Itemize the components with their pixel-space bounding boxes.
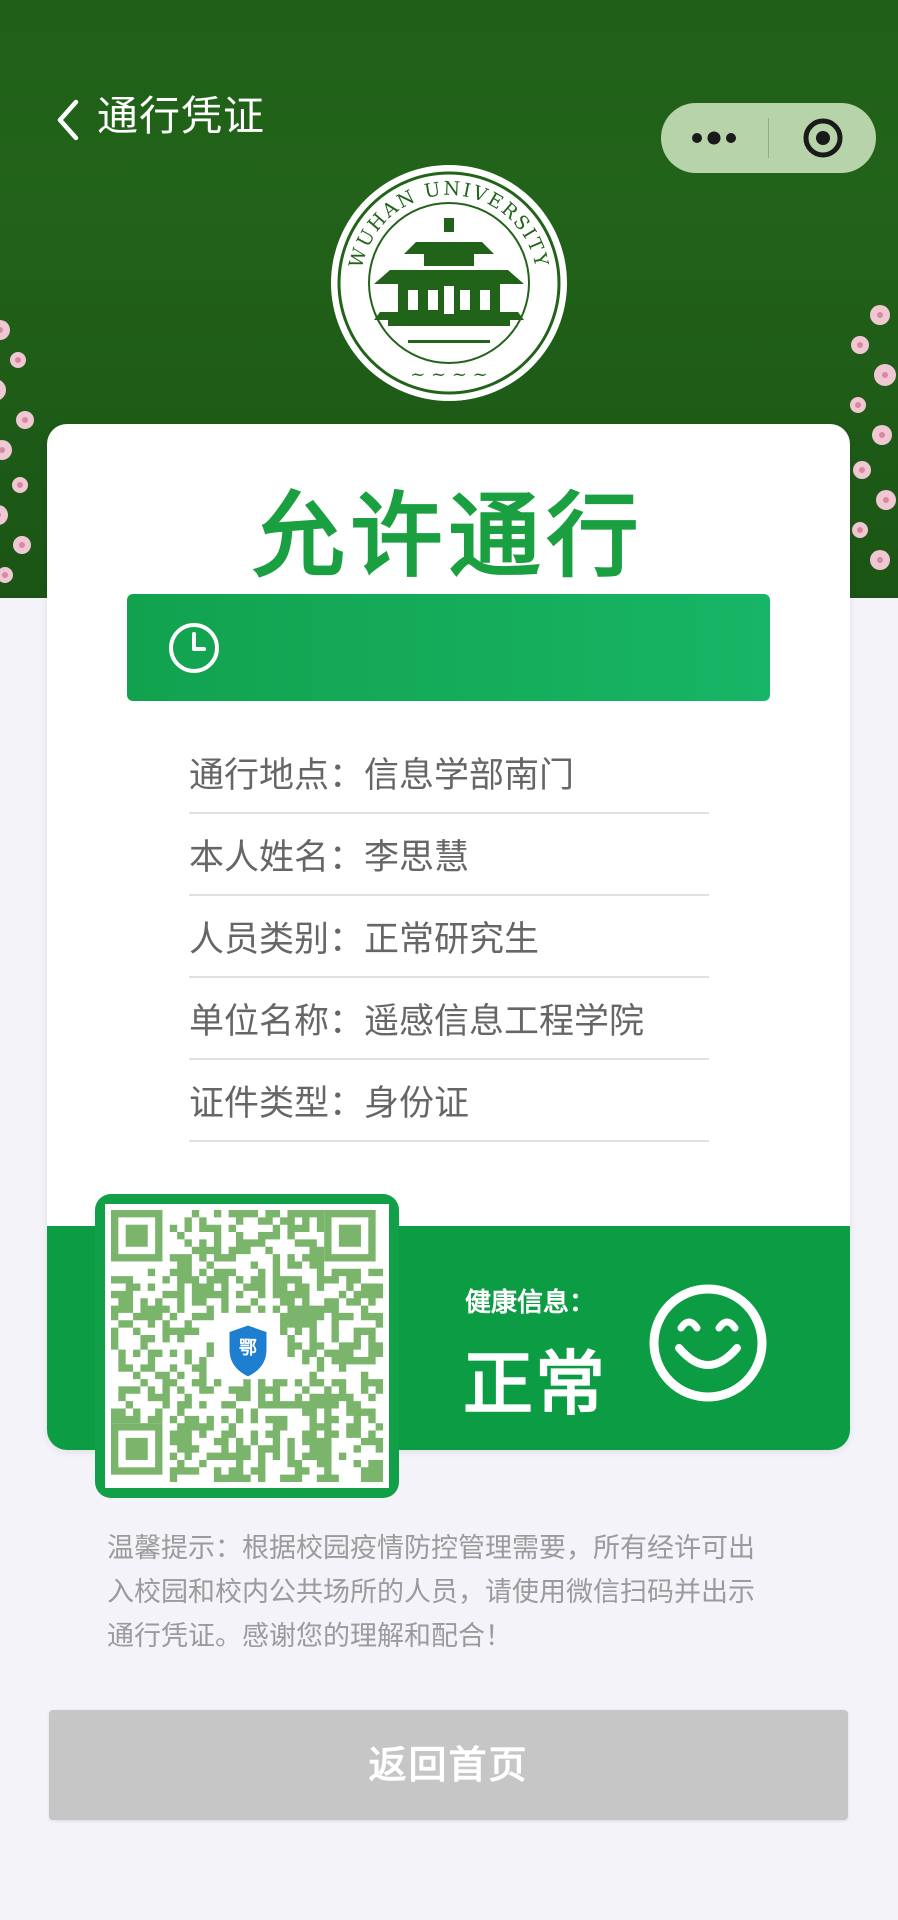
- svg-text:~ ~ ~ ~: ~ ~ ~ ~: [410, 364, 488, 385]
- university-emblem-logo: WUHAN UNIVERSITY ~ ~ ~ ~: [331, 165, 567, 401]
- close-mini-program-button[interactable]: [769, 103, 876, 173]
- info-value: 身份证: [364, 1083, 470, 1124]
- status-title: 允许通行: [252, 483, 645, 590]
- time-bar: [127, 594, 770, 701]
- info-row-name: 本人姓名： 李思慧: [189, 814, 709, 896]
- info-key: 本人姓名：: [189, 837, 365, 878]
- qr-code[interactable]: 鄂: [105, 1204, 389, 1488]
- smile-face-icon: [649, 1284, 767, 1402]
- mini-program-capsule: [661, 103, 876, 173]
- info-value: 遥感信息工程学院: [364, 1001, 645, 1042]
- info-row-location: 通行地点： 信息学部南门: [189, 732, 709, 814]
- info-list: 通行地点： 信息学部南门 本人姓名： 李思慧 人员类别： 正常研究生 单位名称：…: [189, 732, 709, 1142]
- info-key: 证件类型：: [189, 1083, 365, 1124]
- more-dots-icon: [692, 131, 737, 145]
- info-value: 正常研究生: [364, 919, 540, 960]
- info-row-id-type: 证件类型： 身份证: [189, 1060, 709, 1142]
- shield-icon: 鄂: [226, 1322, 270, 1380]
- info-key: 人员类别：: [189, 919, 365, 960]
- back-button[interactable]: [48, 92, 88, 148]
- info-key: 通行地点：: [189, 755, 365, 796]
- health-value: 正常: [463, 1343, 607, 1425]
- more-button[interactable]: [661, 103, 768, 173]
- chevron-left-icon: [57, 99, 79, 141]
- info-value: 李思慧: [364, 837, 470, 878]
- info-row-unit: 单位名称： 遥感信息工程学院: [189, 978, 709, 1060]
- info-row-category: 人员类别： 正常研究生: [189, 896, 709, 978]
- page-title: 通行凭证: [97, 92, 265, 140]
- tip-text: 温馨提示：根据校园疫情防控管理需要，所有经许可出入校园和校内公共场所的人员，请使…: [107, 1533, 755, 1652]
- info-key: 单位名称：: [189, 1001, 365, 1042]
- qr-badge-text: 鄂: [239, 1338, 257, 1359]
- return-home-button[interactable]: 返回首页: [49, 1710, 848, 1820]
- info-value: 信息学部南门: [364, 755, 575, 796]
- qr-code-frame: 鄂: [95, 1194, 399, 1498]
- clock-icon: [169, 623, 219, 673]
- health-label: 健康信息：: [465, 1288, 596, 1318]
- target-circle-icon: [803, 118, 843, 158]
